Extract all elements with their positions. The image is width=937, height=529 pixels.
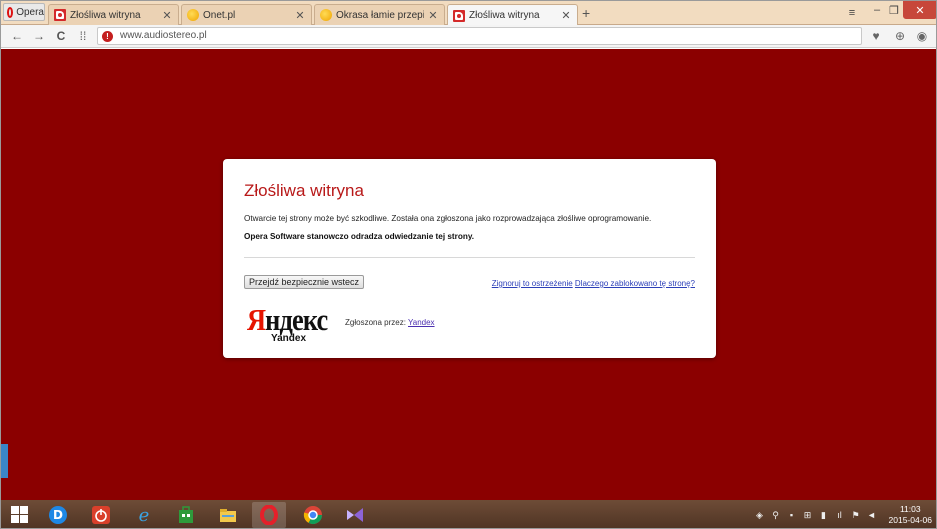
tab-malicious-site-active[interactable]: Złośliwa witryna ✕	[447, 4, 578, 26]
close-icon[interactable]: ✕	[561, 9, 571, 22]
yandex-logo: Яндекс Yandex	[247, 302, 333, 345]
close-icon[interactable]: ✕	[162, 9, 172, 22]
address-toolbar: ← → C ⁞⁞ ! www.audiostereo.pl ♥ ⊕ ◉	[1, 25, 936, 48]
network-tray-icon[interactable]: ⊞	[803, 510, 813, 520]
opera-warning-icon	[453, 9, 465, 22]
tab-malicious-site-1[interactable]: Złośliwa witryna ✕	[48, 4, 179, 25]
download-icon[interactable]: ⊕	[892, 28, 908, 44]
opera-menu-label: Opera	[16, 6, 44, 18]
opera-warning-icon	[54, 9, 66, 21]
close-icon[interactable]: ✕	[295, 9, 305, 22]
reported-by-label: Zgłoszona przez:	[345, 318, 406, 327]
flag-tray-icon[interactable]: ⚑	[851, 510, 861, 520]
shield-tray-icon[interactable]: ◈	[755, 510, 765, 520]
internet-explorer-icon[interactable]: e	[127, 502, 161, 528]
tab-strip: Opera Złośliwa witryna ✕ Onet.pl ✕ Okras…	[1, 1, 936, 26]
forward-arrow-icon[interactable]: →	[32, 28, 46, 44]
yandex-logo-rest: ндекс	[265, 302, 328, 337]
why-blocked-link[interactable]: Dlaczego zablokowano tę stronę?	[575, 279, 695, 288]
ignore-warning-link[interactable]: Zignoruj to ostrzeżenie	[492, 279, 573, 288]
opera-logo-icon	[7, 6, 14, 18]
taskbar-app-d-icon[interactable]: D	[41, 502, 75, 528]
side-edge-indicator	[1, 444, 8, 478]
new-tab-plus-icon[interactable]: +	[582, 5, 590, 21]
account-icon[interactable]: ◉	[914, 28, 930, 44]
tab-title: Złośliwa witryna	[70, 9, 141, 21]
url-text: www.audiostereo.pl	[120, 30, 207, 41]
go-back-safely-button[interactable]: Przejdź bezpiecznie wstecz	[244, 275, 365, 289]
reported-by: Zgłoszona przez: Yandex	[345, 318, 435, 327]
warning-links: Zignoruj to ostrzeżenie Dlaczego zabloko…	[492, 279, 695, 288]
tab-menu-icon[interactable]: ≡	[844, 4, 860, 22]
restore-icon[interactable]: ❐	[885, 1, 903, 19]
taskbar-power-app-icon[interactable]	[84, 502, 118, 528]
svg-text:e: e	[139, 505, 150, 525]
yandex-logo-subtitle: Yandex	[271, 333, 307, 344]
heart-icon[interactable]: ♥	[868, 28, 884, 44]
visual-studio-icon[interactable]	[338, 502, 372, 528]
warning-recommendation: Opera Software stanowczo odradza odwiedz…	[244, 232, 475, 241]
clock-time: 11:03	[899, 504, 921, 514]
warning-title: Złośliwa witryna	[244, 181, 364, 200]
signal-tray-icon[interactable]: ıl	[835, 510, 845, 520]
divider	[244, 257, 695, 258]
usb-tray-icon[interactable]: ⚲	[771, 510, 781, 520]
tab-title: Onet.pl	[203, 9, 236, 21]
onet-icon	[187, 9, 199, 21]
opera-taskbar-icon[interactable]	[252, 502, 286, 528]
warning-dialog: Złośliwa witryna Otwarcie tej strony moż…	[223, 159, 716, 358]
chrome-icon[interactable]	[296, 502, 330, 528]
security-warning-icon[interactable]: !	[102, 31, 113, 42]
url-field[interactable]: ! www.audiostereo.pl	[97, 27, 862, 45]
file-explorer-icon[interactable]	[211, 502, 245, 528]
windows-start-icon[interactable]	[11, 506, 28, 523]
reported-by-link[interactable]: Yandex	[408, 318, 435, 327]
minimize-icon[interactable]: –	[869, 1, 885, 19]
taskbar-clock[interactable]: 11:03 2015-04-06	[889, 504, 932, 526]
tab-onet[interactable]: Onet.pl ✕	[181, 4, 312, 25]
window-close-icon[interactable]: ✕	[903, 1, 936, 19]
warning-description: Otwarcie tej strony może być szkodliwe. …	[244, 214, 652, 223]
tab-okrasa[interactable]: Okrasa łamie przepisy - W ✕	[314, 4, 445, 25]
svg-text:D: D	[53, 508, 63, 522]
clock-date: 2015-04-06	[888, 515, 932, 525]
volume-tray-icon[interactable]: ◄	[867, 510, 877, 520]
tab-title: Złośliwa witryna	[469, 10, 540, 21]
speed-dial-grid-icon[interactable]: ⁞⁞	[76, 28, 90, 44]
onet-icon	[320, 9, 332, 21]
reload-icon[interactable]: C	[54, 28, 68, 44]
browser-window: Opera Złośliwa witryna ✕ Onet.pl ✕ Okras…	[0, 0, 937, 529]
opera-menu-button[interactable]: Opera	[3, 3, 45, 21]
system-tray: ◈ ⚲ ▪ ⊞ ▮ ıl ⚑ ◄ 11:03 2015-04-06	[755, 503, 932, 527]
close-icon[interactable]: ✕	[428, 9, 438, 22]
yandex-logo-first-letter: Я	[247, 302, 266, 337]
back-arrow-icon[interactable]: ←	[10, 28, 24, 44]
blocked-page-background: Złośliwa witryna Otwarcie tej strony moż…	[1, 49, 936, 500]
windows-taskbar: D e ◈ ⚲ ▪ ⊞ ▮ ıl ⚑ ◄ 11:03 2015-04-06	[1, 500, 936, 528]
app-tray-icon[interactable]: ▪	[787, 510, 797, 520]
store-icon[interactable]	[169, 502, 203, 528]
battery-tray-icon[interactable]: ▮	[819, 510, 829, 520]
tab-title: Okrasa łamie przepisy - W	[336, 9, 424, 21]
